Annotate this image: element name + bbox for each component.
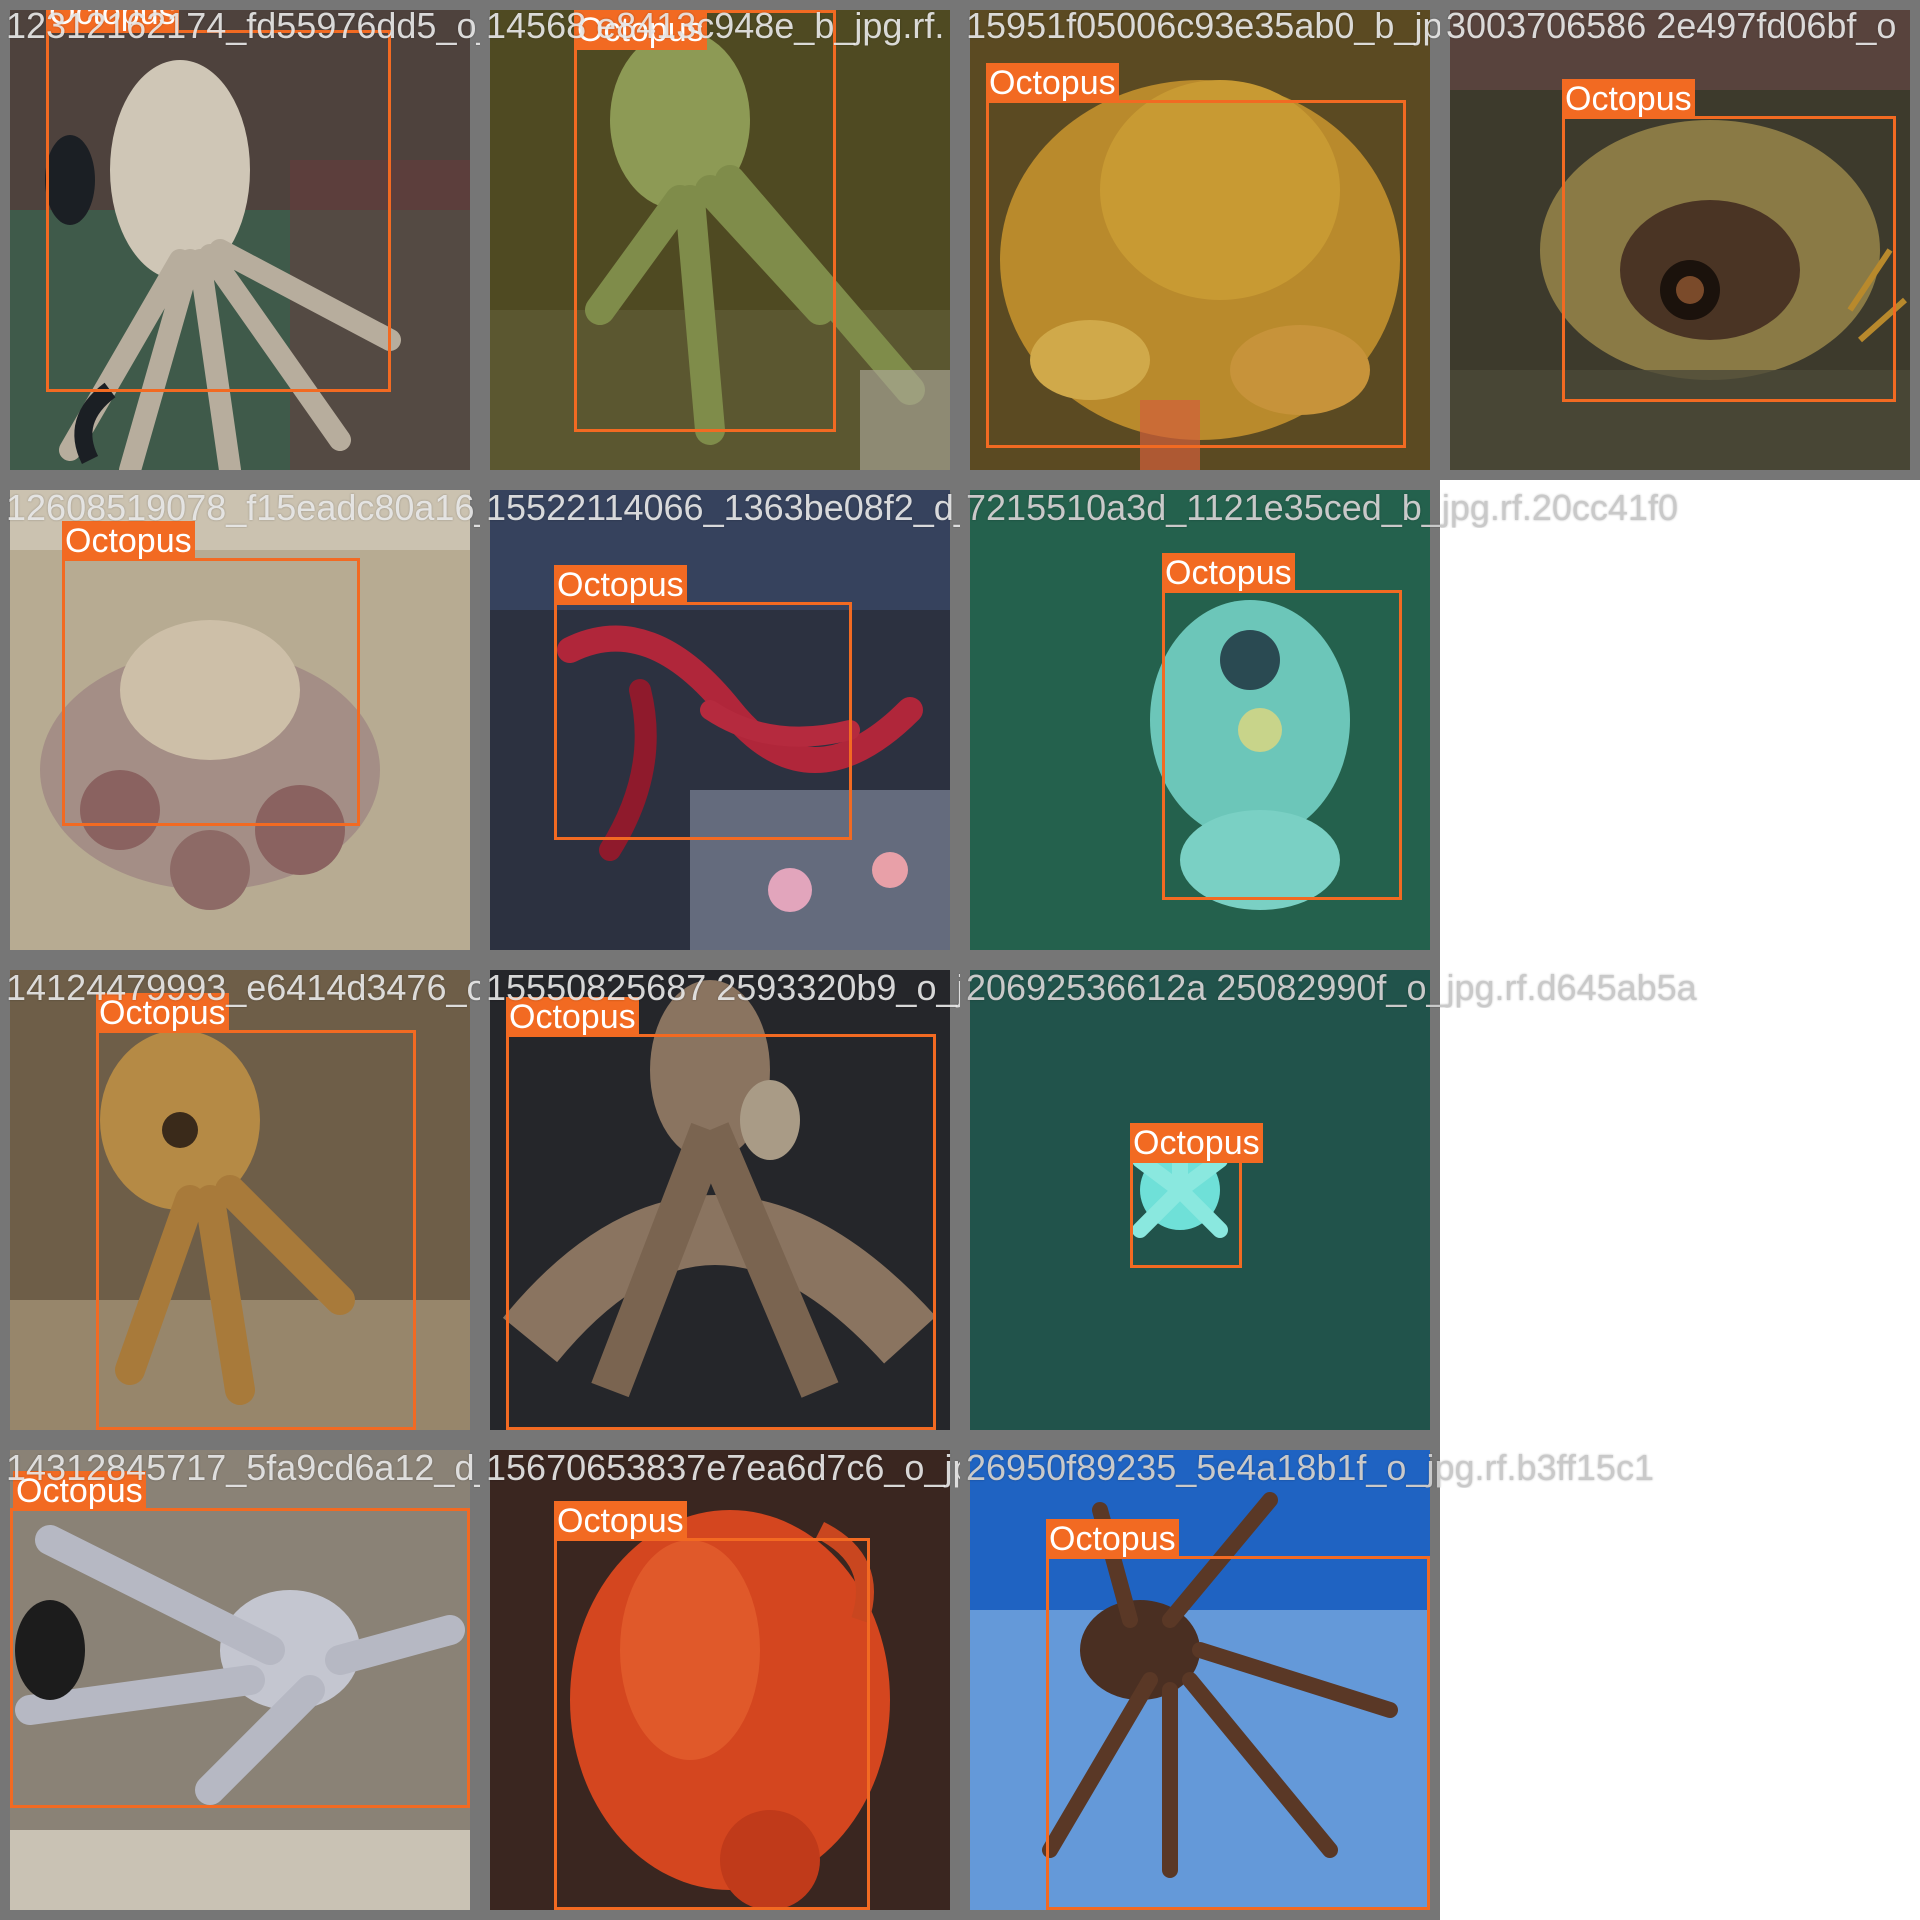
tile-10: Octopus bbox=[960, 960, 1440, 1440]
class-label: Octopus bbox=[62, 521, 195, 561]
bounding-box: Octopus bbox=[10, 1471, 470, 1808]
class-label: Octopus bbox=[574, 10, 707, 50]
bounding-box: Octopus bbox=[1046, 1519, 1430, 1910]
class-label: Octopus bbox=[554, 565, 687, 605]
bounding-box: Octopus bbox=[1130, 1123, 1263, 1268]
tile-6: Octopus bbox=[480, 480, 960, 960]
bounding-box: Octopus bbox=[46, 10, 391, 392]
tile-3: Octopus bbox=[960, 0, 1440, 480]
tile-13: Octopus bbox=[960, 1440, 1440, 1920]
tile-2: Octopus bbox=[480, 0, 960, 480]
bounding-box: Octopus bbox=[96, 993, 416, 1430]
bounding-box: Octopus bbox=[554, 565, 852, 840]
class-label: Octopus bbox=[986, 63, 1119, 103]
tile-12: Octopus bbox=[480, 1440, 960, 1920]
class-label: Octopus bbox=[1162, 553, 1295, 593]
class-label: Octopus bbox=[506, 997, 639, 1037]
bounding-box: Octopus bbox=[1162, 553, 1402, 900]
tile-4: Octopus bbox=[1440, 0, 1920, 480]
tile-7: Octopus bbox=[960, 480, 1440, 960]
class-label: Octopus bbox=[96, 993, 229, 1033]
tile-5: Octopus bbox=[0, 480, 480, 960]
class-label: Octopus bbox=[1562, 79, 1695, 119]
class-label: Octopus bbox=[554, 1501, 687, 1541]
tile-11: Octopus bbox=[0, 1440, 480, 1920]
tile-8: Octopus bbox=[0, 960, 480, 1440]
class-label: Octopus bbox=[1130, 1123, 1263, 1163]
bounding-box: Octopus bbox=[506, 997, 936, 1430]
class-label: Octopus bbox=[13, 1471, 146, 1511]
bounding-box: Octopus bbox=[62, 521, 360, 826]
bounding-box: Octopus bbox=[554, 1501, 870, 1910]
bounding-box: Octopus bbox=[986, 63, 1406, 448]
class-label: Octopus bbox=[46, 10, 179, 33]
class-label: Octopus bbox=[1046, 1519, 1179, 1559]
bounding-box: Octopus bbox=[574, 10, 836, 432]
tile-1: Octopus bbox=[0, 0, 480, 480]
bounding-box: Octopus bbox=[1562, 79, 1896, 402]
tile-9: Octopus bbox=[480, 960, 960, 1440]
